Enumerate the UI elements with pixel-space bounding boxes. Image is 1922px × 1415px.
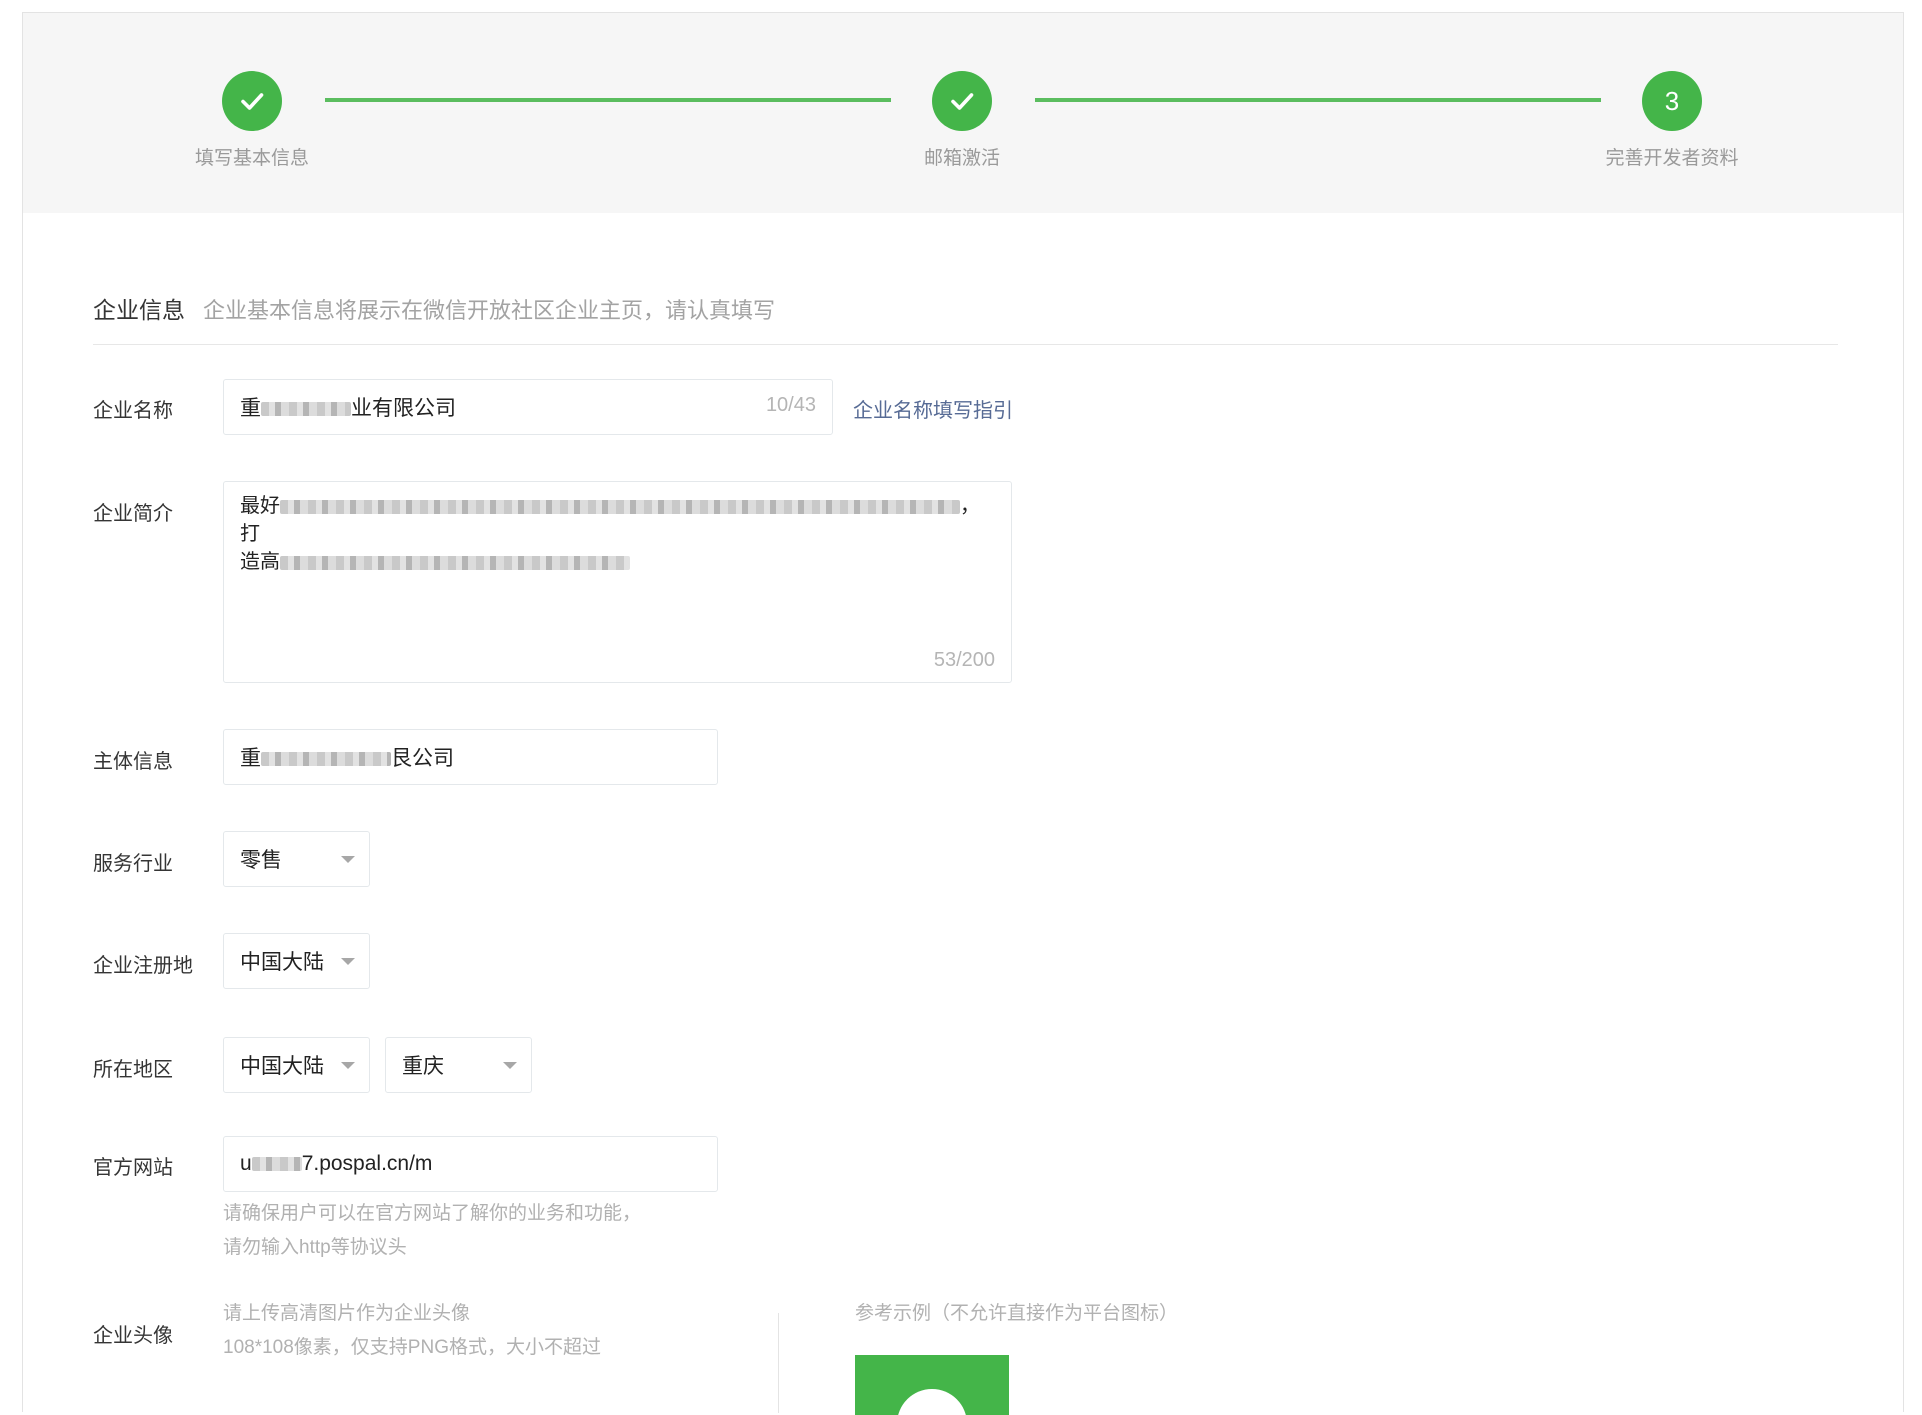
industry-label: 服务行业 bbox=[93, 853, 173, 875]
step-connector-1 bbox=[325, 98, 891, 102]
registration-place-value: 中国大陆 bbox=[240, 951, 324, 974]
step-connector-2 bbox=[1035, 98, 1601, 102]
section-description: 企业基本信息将展示在微信开放社区企业主页，请认真填写 bbox=[203, 298, 776, 323]
avatar-example-label: 参考示例（不允许直接作为平台图标） bbox=[855, 1303, 1179, 1324]
industry-value: 零售 bbox=[240, 849, 282, 872]
company-intro-textarea[interactable]: 最好 ，打 造高 53/200 bbox=[223, 481, 1012, 683]
website-input[interactable]: u 7.pospal.cn/m bbox=[223, 1136, 718, 1192]
company-intro-label: 企业简介 bbox=[93, 503, 173, 525]
company-name-value: 重业有限公司 bbox=[240, 397, 456, 420]
step-done-check-icon bbox=[222, 71, 282, 131]
entity-info-label: 主体信息 bbox=[93, 751, 173, 773]
avatar-hint: 请上传高清图片作为企业头像 108*108像素，仅支持PNG格式，大小不超过 bbox=[223, 1303, 601, 1358]
company-name-label: 企业名称 bbox=[93, 400, 173, 422]
website-hint: 请确保用户可以在官方网站了解你的业务和功能， 请勿输入http等协议头 bbox=[223, 1203, 642, 1258]
chevron-down-icon bbox=[341, 856, 355, 863]
step-label: 填写基本信息 bbox=[194, 148, 309, 169]
section-title: 企业信息 bbox=[93, 297, 185, 323]
progress-stepper: 填写基本信息 邮箱激活 3 完善开发者资料 bbox=[23, 13, 1903, 213]
avatar-example-image bbox=[855, 1355, 1009, 1415]
step-done-check-icon bbox=[932, 71, 992, 131]
company-name-guide-link[interactable]: 企业名称填写指引 bbox=[853, 394, 1013, 423]
industry-select[interactable]: 零售 bbox=[223, 831, 370, 887]
region-country-select[interactable]: 中国大陆 bbox=[223, 1037, 370, 1093]
page-frame: 填写基本信息 邮箱激活 3 完善开发者资料 企业信息 企业基本信息将展示在微信开放… bbox=[22, 12, 1904, 1415]
entity-info-value: 重艮公司 bbox=[240, 747, 454, 770]
step-label: 邮箱激活 bbox=[923, 148, 1000, 169]
chevron-down-icon bbox=[341, 958, 355, 965]
region-country-value: 中国大陆 bbox=[240, 1055, 324, 1078]
registration-place-label: 企业注册地 bbox=[93, 955, 193, 977]
company-intro-counter: 53/200 bbox=[933, 649, 995, 671]
step-developer-profile: 3 完善开发者资料 bbox=[1572, 71, 1772, 170]
website-value: u 7.pospal.cn/m bbox=[240, 1152, 433, 1175]
step-number: 3 bbox=[1642, 71, 1702, 131]
entity-info-input[interactable]: 重艮公司 bbox=[223, 729, 718, 785]
company-name-input[interactable]: 重业有限公司 10/43 bbox=[223, 379, 833, 435]
chat-bubble-icon bbox=[897, 1389, 967, 1415]
region-city-select[interactable]: 重庆 bbox=[385, 1037, 532, 1093]
website-label: 官方网站 bbox=[93, 1157, 173, 1179]
step-email-activation: 邮箱激活 bbox=[862, 71, 1062, 170]
step-label: 完善开发者资料 bbox=[1605, 148, 1739, 169]
section-header: 企业信息 企业基本信息将展示在微信开放社区企业主页，请认真填写 bbox=[93, 291, 1838, 345]
chevron-down-icon bbox=[341, 1062, 355, 1069]
company-name-counter: 10/43 bbox=[765, 394, 816, 416]
registration-place-select[interactable]: 中国大陆 bbox=[223, 933, 370, 989]
chevron-down-icon bbox=[503, 1062, 517, 1069]
step-basic-info: 填写基本信息 bbox=[152, 71, 352, 170]
region-label: 所在地区 bbox=[93, 1059, 173, 1081]
company-intro-text: 最好 ，打 造高 bbox=[240, 495, 980, 573]
region-city-value: 重庆 bbox=[402, 1055, 444, 1078]
avatar-label: 企业头像 bbox=[93, 1325, 173, 1347]
avatar-divider bbox=[778, 1313, 779, 1413]
